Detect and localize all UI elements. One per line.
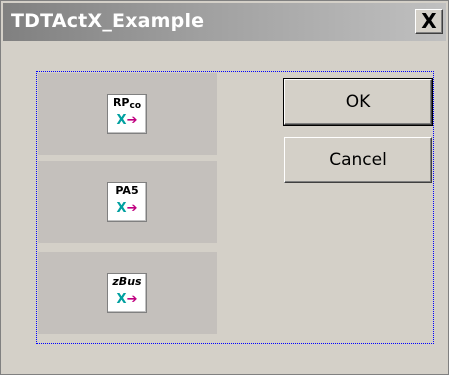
zbus-activex-icon: zBus X➔ [107,273,147,313]
cancel-button[interactable]: Cancel [284,137,432,183]
dialog-window: TDTActX_Example X RPco X➔ PA5 X➔ zBus X➔… [0,0,449,375]
window-title: TDTActX_Example [11,10,205,32]
pa5-activex-icon: PA5 X➔ [107,182,147,222]
close-button[interactable]: X [415,9,443,34]
zbus-control[interactable]: zBus X➔ [38,252,217,334]
ok-button[interactable]: OK [283,78,433,126]
rpco-activex-icon: RPco X➔ [107,94,147,134]
pa5-control[interactable]: PA5 X➔ [38,161,217,243]
close-icon: X [421,9,437,33]
rpco-control[interactable]: RPco X➔ [38,73,217,155]
title-bar[interactable]: TDTActX_Example X [3,3,446,41]
